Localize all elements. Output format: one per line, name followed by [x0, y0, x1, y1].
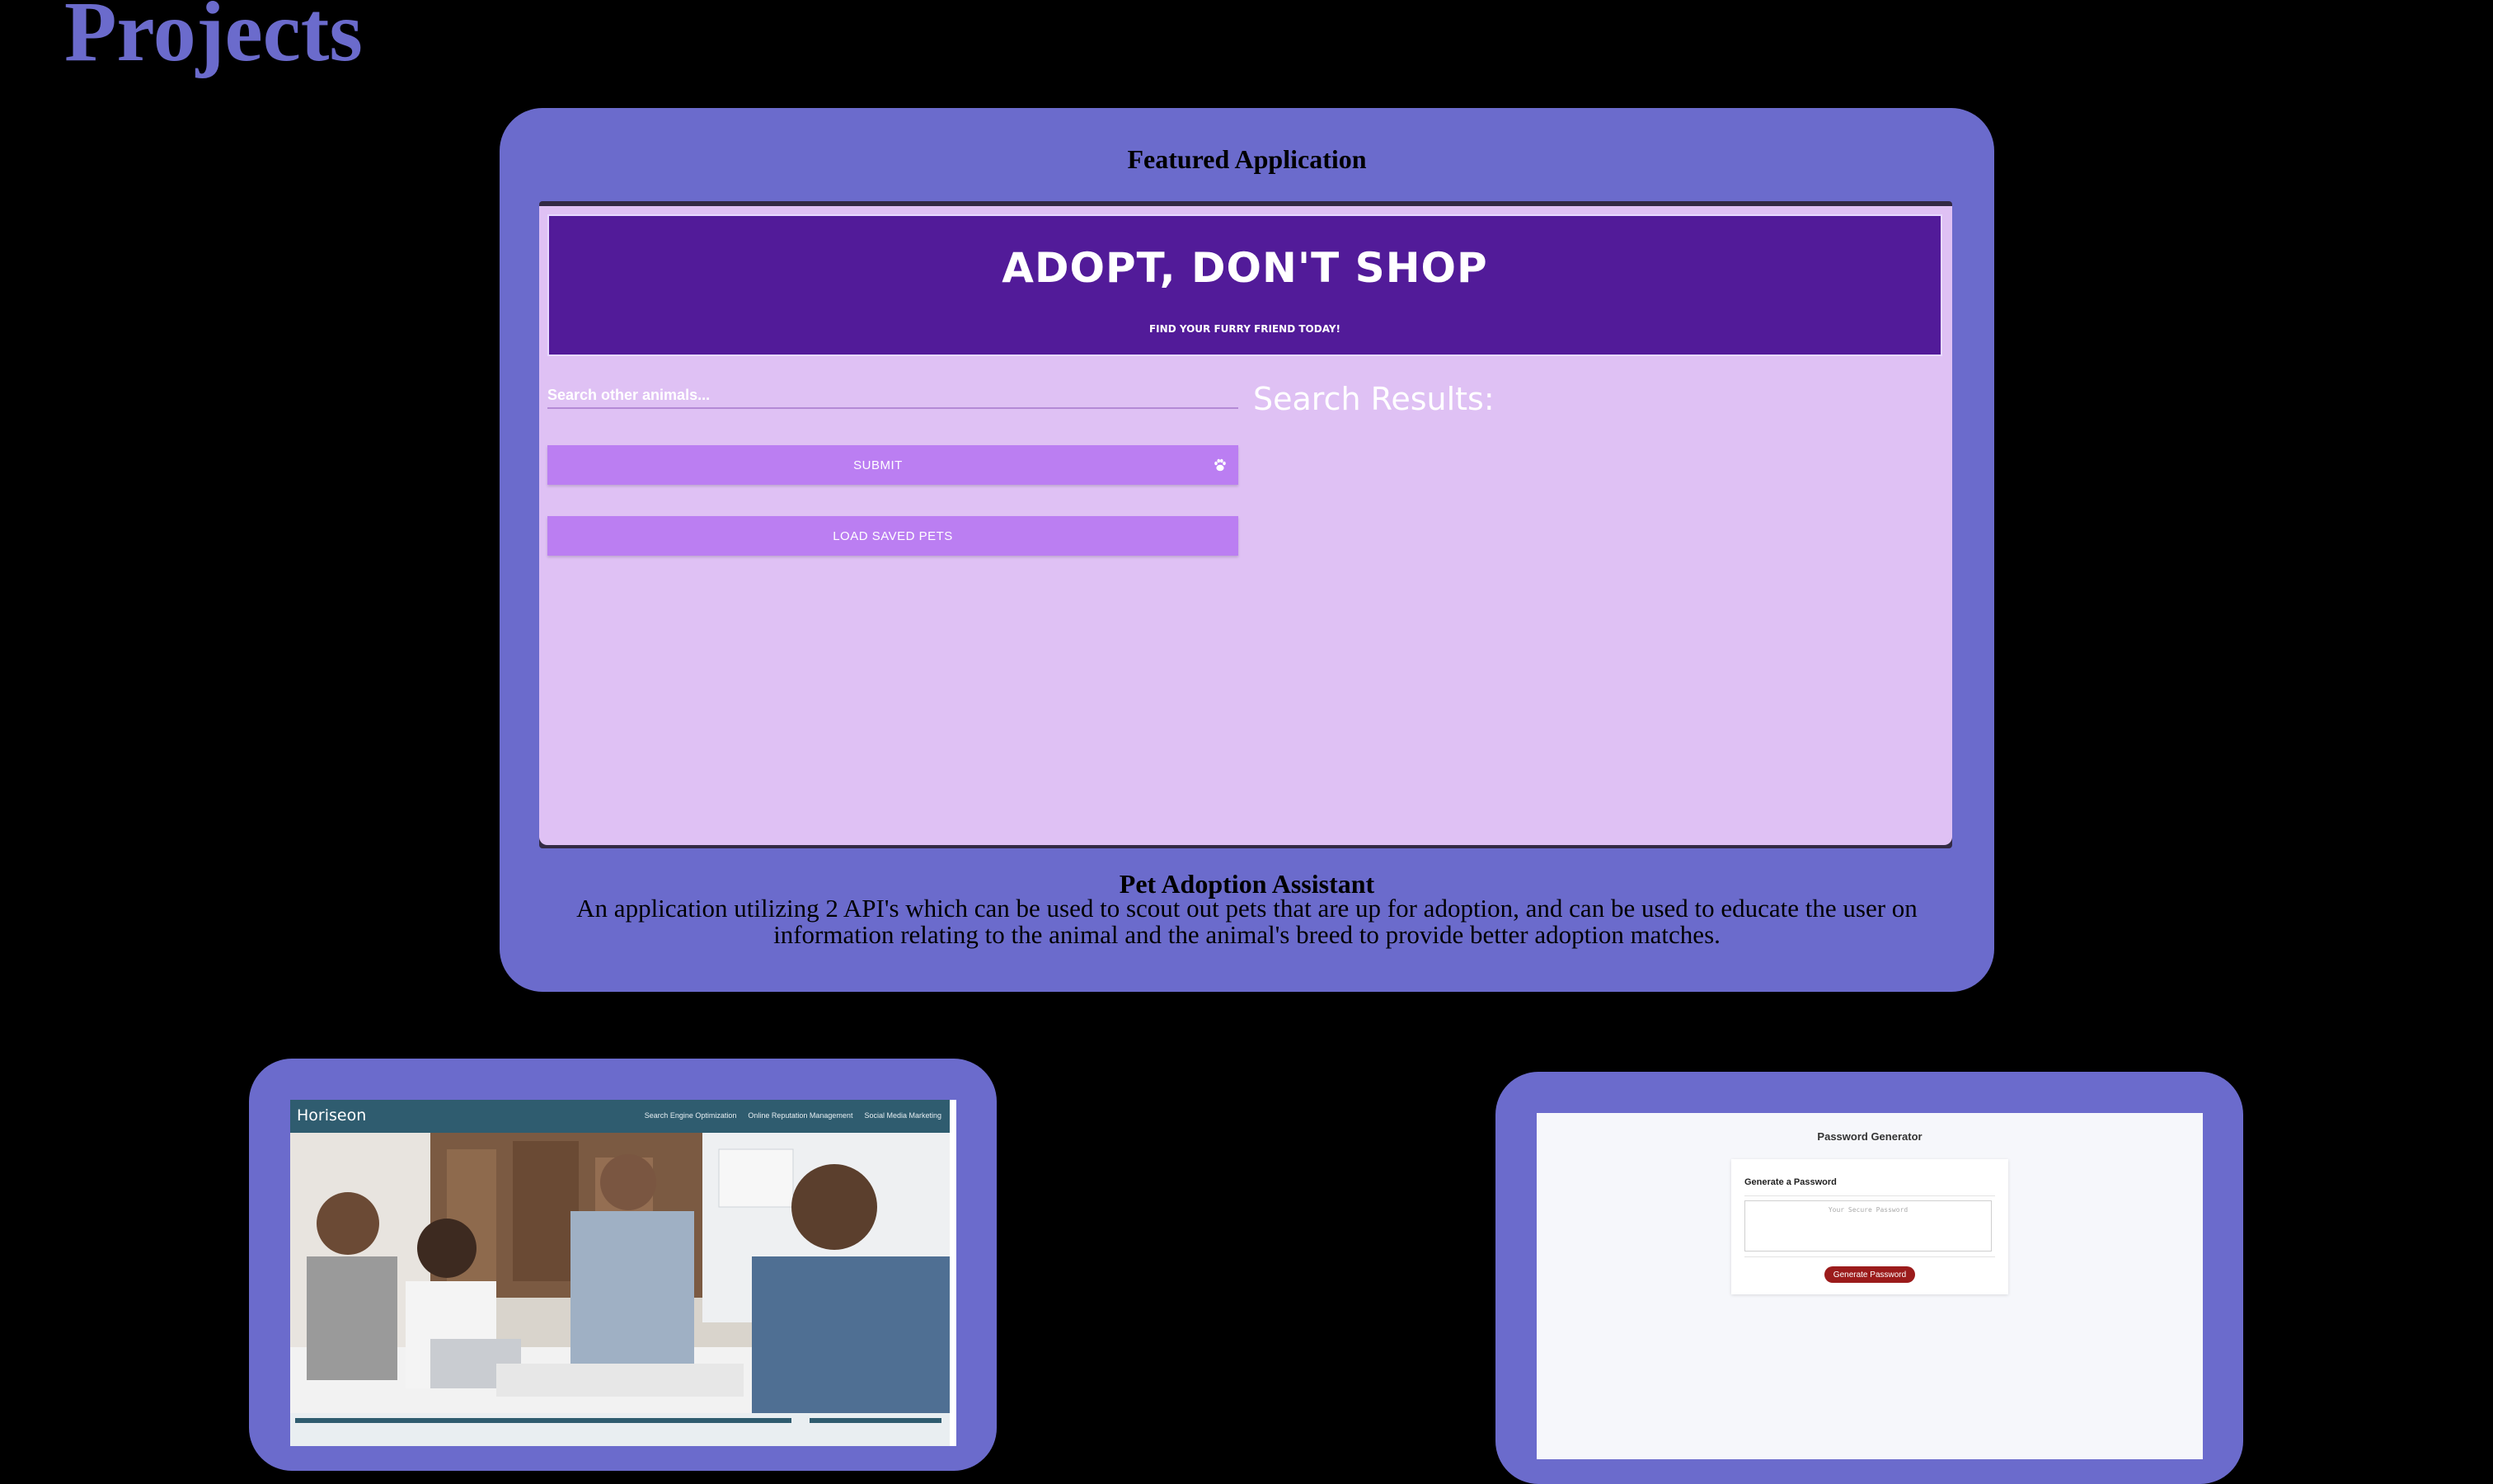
pet-search-input[interactable] — [547, 383, 1238, 409]
pet-app-header: ADOPT, DON'T SHOP Find your furry friend… — [547, 214, 1942, 356]
password-generator-title: Password Generator — [1817, 1130, 1923, 1143]
password-card-heading: Generate a Password — [1744, 1177, 1837, 1187]
featured-app-description: An application utilizing 2 API's which c… — [576, 894, 1918, 949]
horiseon-logo: Horiseon — [297, 1106, 367, 1125]
horiseon-nav-item: Search Engine Optimization — [644, 1111, 737, 1120]
project-card-password-generator: Password Generator Generate a Password G… — [1495, 1072, 2243, 1484]
horiseon-nav-item: Online Reputation Management — [748, 1111, 853, 1120]
page-title: Projects — [64, 0, 363, 79]
password-generator-screenshot[interactable]: Password Generator Generate a Password G… — [1537, 1113, 2203, 1459]
featured-heading: Featured Application — [1127, 144, 1367, 174]
horiseon-nav-item: Social Media Marketing — [864, 1111, 941, 1120]
generate-password-button[interactable]: Generate Password — [1824, 1266, 1915, 1283]
password-card: Generate a Password Generate Password — [1731, 1159, 2008, 1294]
load-saved-pets-label: LOAD SAVED PETS — [833, 528, 953, 543]
horiseon-content-strip — [290, 1413, 950, 1446]
horiseon-nav: Search Engine Optimization Online Reputa… — [645, 1111, 941, 1120]
search-results-label: Search Results: — [1253, 381, 1495, 417]
horiseon-hero-image — [290, 1133, 950, 1413]
divider — [1744, 1195, 1995, 1196]
paw-icon — [1214, 458, 1226, 472]
project-card-horiseon: Horiseon Search Engine Optimization Onli… — [249, 1059, 997, 1471]
horiseon-header: Horiseon Search Engine Optimization Onli… — [290, 1100, 950, 1133]
pet-app-title: ADOPT, DON'T SHOP — [1002, 244, 1488, 292]
submit-button-label: SUBMIT — [853, 458, 903, 472]
horiseon-screenshot[interactable]: Horiseon Search Engine Optimization Onli… — [290, 1100, 956, 1446]
divider — [1744, 1256, 1995, 1257]
horiseon-content-bars — [295, 1418, 941, 1423]
submit-button[interactable]: SUBMIT — [547, 445, 1238, 485]
password-output-field[interactable] — [1744, 1200, 1992, 1252]
featured-project-card: Featured Application ADOPT, DON'T SHOP F… — [500, 108, 1994, 992]
featured-screenshot[interactable]: ADOPT, DON'T SHOP Find your furry friend… — [539, 201, 1952, 848]
pet-app-subtitle: Find your furry friend today! — [1148, 323, 1341, 335]
load-saved-pets-button[interactable]: LOAD SAVED PETS — [547, 516, 1238, 556]
pet-app-preview: ADOPT, DON'T SHOP Find your furry friend… — [539, 206, 1952, 845]
